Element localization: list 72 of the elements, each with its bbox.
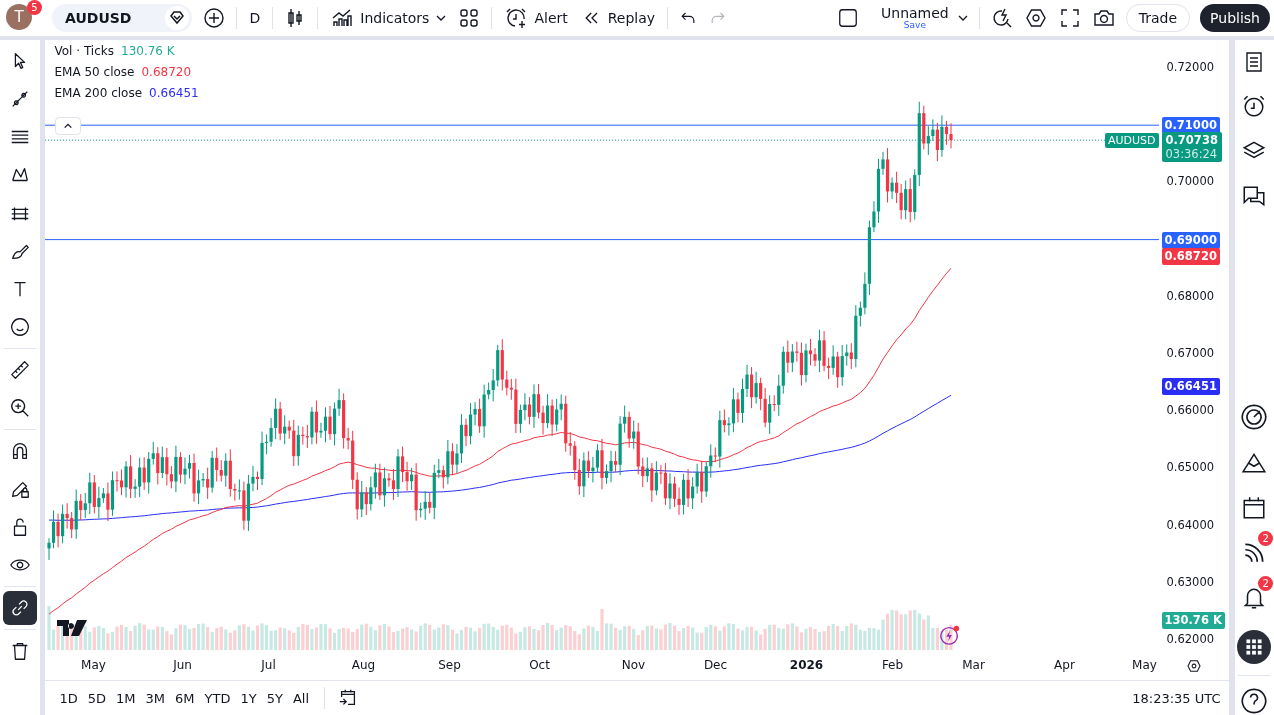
price-label: 0.64000: [1166, 517, 1215, 532]
price-label: 0.72000: [1166, 60, 1215, 74]
price-label: 0.70000: [1166, 174, 1215, 189]
help-icon[interactable]: [1240, 687, 1269, 715]
notification-badge: 5: [27, 0, 42, 15]
price-label: 0.62000: [1166, 632, 1215, 646]
price-label: 0.63000: [1166, 574, 1215, 589]
time-label: Sep: [438, 658, 461, 672]
price-label: 0.70738: [1165, 133, 1218, 147]
price-label: 0.65000: [1166, 460, 1215, 475]
add-circle-icon[interactable]: [202, 6, 227, 30]
indicator-value: 0.68720: [141, 65, 192, 79]
clock-label[interactable]: 18:23:35 UTC: [1132, 690, 1221, 706]
range-button[interactable]: All: [289, 688, 313, 708]
ruler-icon: [8, 359, 31, 381]
alert-button[interactable]: Alert: [502, 3, 570, 33]
time-label: Jul: [261, 658, 276, 672]
range-button[interactable]: 5D: [84, 688, 110, 708]
price-label: 0.68000: [1166, 288, 1215, 303]
range-button[interactable]: 5Y: [263, 688, 286, 708]
time-label: Oct: [529, 658, 550, 672]
time-label: Mar: [962, 658, 985, 672]
volume-tag: 130.76 K: [1161, 612, 1225, 629]
time-label: Apr: [1054, 658, 1075, 672]
price-label: 0.66000: [1166, 403, 1215, 418]
time-label: Dec: [703, 658, 728, 672]
replay-button[interactable]: Replay: [579, 3, 658, 33]
indicator-value: 0.66451: [149, 86, 199, 100]
zoom-in-icon: [8, 397, 31, 419]
symbol-search-button[interactable]: AUDUSD: [52, 4, 193, 32]
time-label: May: [81, 658, 106, 672]
symbol-tag: AUDUSD: [1104, 133, 1159, 148]
user-avatar[interactable]: T: [6, 4, 32, 30]
indicator-value: 130.76 K: [121, 44, 175, 58]
range-button[interactable]: 1D: [56, 688, 81, 708]
indicator-name[interactable]: EMA 200 close: [54, 86, 143, 100]
indicators-button[interactable]: Indicators: [328, 3, 432, 33]
smiley-icon: [8, 316, 31, 338]
range-button[interactable]: 1M: [113, 688, 139, 708]
time-label: Nov: [621, 658, 646, 672]
time-label: Feb: [881, 658, 904, 672]
apps-grid-icon[interactable]: [1237, 630, 1272, 664]
range-button[interactable]: 6M: [172, 688, 198, 708]
chevron-up-icon: [62, 121, 73, 131]
horizontal-line[interactable]: [44, 239, 1159, 241]
range-button[interactable]: 3M: [142, 688, 169, 708]
indicator-name[interactable]: EMA 50 close: [54, 65, 135, 79]
logo-drawing: [56, 620, 87, 636]
settings-icon[interactable]: [1023, 6, 1048, 30]
price-label: 0.67000: [1166, 346, 1215, 360]
ema-price-tag: 0.68720: [1161, 248, 1220, 265]
ema-price-tag: 0.66451: [1161, 378, 1220, 395]
time-label: May: [1132, 658, 1157, 672]
square-icon[interactable]: [837, 7, 860, 29]
range-button[interactable]: YTD: [201, 688, 234, 708]
notification-badge: 2: [1258, 531, 1274, 546]
collapse-button[interactable]: [54, 117, 81, 135]
publish-button[interactable]: Publish: [1200, 4, 1270, 32]
save-link[interactable]: Save: [903, 21, 926, 30]
interval-button[interactable]: D: [247, 3, 263, 33]
countdown-label: 03:36:24: [1165, 147, 1218, 161]
time-label: Aug: [351, 658, 376, 672]
gauge-icon[interactable]: [1240, 403, 1269, 431]
notification-badge: 2: [1258, 576, 1274, 591]
calendar-icon[interactable]: [1241, 495, 1268, 521]
time-label: 2026: [789, 658, 824, 672]
indicator-name[interactable]: Vol · Ticks: [54, 44, 114, 58]
lightning-icon[interactable]: [938, 624, 961, 646]
range-button[interactable]: 1Y: [237, 688, 260, 708]
time-label: Jun: [173, 658, 192, 672]
layout-name[interactable]: Unnamed: [881, 6, 949, 20]
drawing-tool-button[interactable]: [2, 591, 37, 625]
